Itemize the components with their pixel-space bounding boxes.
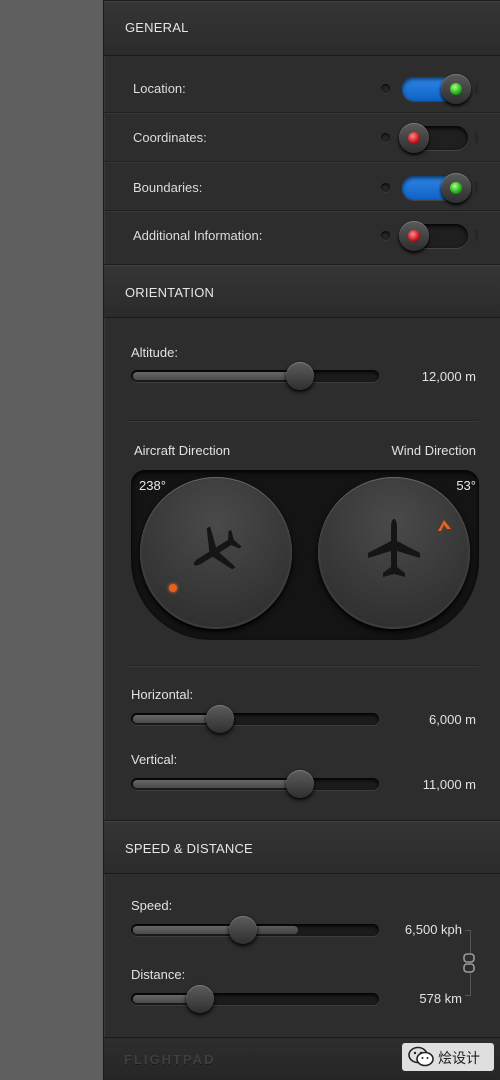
additional-information-toggle[interactable]: [399, 221, 468, 251]
slider-thumb[interactable]: [285, 362, 314, 390]
divider: [126, 420, 478, 421]
aircraft-direction-label: Aircraft Direction: [134, 443, 231, 458]
heading-marker-dot: [169, 584, 177, 592]
section-title: ORIENTATION: [125, 285, 215, 300]
boundaries-toggle[interactable]: [402, 173, 471, 203]
toggle-row-location: Location:: [104, 64, 500, 113]
indicator-dot: [381, 84, 390, 93]
wind-direction-dial[interactable]: [318, 477, 470, 629]
slider-fill: [133, 926, 241, 934]
watermark: 烩设计: [402, 1043, 494, 1071]
section-header-general[interactable]: GENERAL: [104, 0, 500, 56]
altitude-label: Altitude:: [131, 345, 178, 360]
slider-thumb[interactable]: [206, 705, 235, 733]
row-label: Boundaries:: [133, 180, 203, 195]
toggle-knob[interactable]: [399, 123, 429, 153]
green-led-icon: [450, 83, 462, 95]
slider-thumb[interactable]: [228, 916, 257, 944]
section-header-speed-distance[interactable]: SPEED & DISTANCE: [104, 820, 500, 874]
chain-link-icon[interactable]: [463, 953, 475, 973]
flightpad-panel: GENERAL Location: Coordinates: Boundarie…: [103, 0, 500, 1080]
plane-icon: [368, 519, 420, 577]
section-title: GENERAL: [125, 20, 189, 35]
altitude-value: 12,000 m: [421, 369, 476, 384]
horizontal-value: 6,000 m: [429, 712, 476, 727]
watermark-text: 烩设计: [438, 1050, 480, 1066]
indicator-bar: [475, 182, 478, 193]
red-led-icon: [408, 132, 420, 144]
section-header-orientation[interactable]: ORIENTATION: [104, 264, 500, 318]
brand-logo: FLIGHTPAD: [124, 1052, 216, 1067]
section-title: SPEED & DISTANCE: [125, 841, 253, 856]
wind-direction-marker-icon: [438, 520, 451, 531]
row-label: Additional Information:: [133, 228, 263, 243]
indicator-bar: [475, 230, 478, 241]
slider-fill: [133, 372, 298, 380]
indicator-dot: [381, 183, 390, 192]
toggle-row-additional-information: Additional Information:: [104, 211, 500, 260]
horizontal-label: Horizontal:: [131, 687, 194, 702]
distance-slider[interactable]: [131, 985, 379, 1013]
toggle-row-coordinates: Coordinates:: [104, 113, 500, 162]
wind-direction-label: Wind Direction: [391, 443, 476, 458]
plane-icon: [193, 526, 242, 570]
slider-fill: [133, 780, 298, 788]
speed-slider[interactable]: [131, 916, 379, 944]
slider-thumb[interactable]: [285, 770, 314, 798]
aircraft-direction-dial[interactable]: [140, 477, 292, 629]
green-led-icon: [450, 182, 462, 194]
vertical-slider[interactable]: [131, 770, 379, 798]
divider: [126, 665, 478, 666]
aircraft-direction-degrees: 238°: [139, 478, 166, 493]
indicator-bar: [475, 83, 478, 94]
row-label: Location:: [133, 81, 186, 96]
location-toggle[interactable]: [402, 74, 471, 104]
wechat-icon: [408, 1046, 434, 1067]
vertical-label: Vertical:: [131, 752, 178, 767]
coordinates-toggle[interactable]: [399, 123, 468, 153]
vertical-value: 11,000 m: [422, 777, 476, 792]
toggle-row-boundaries: Boundaries:: [104, 162, 500, 211]
row-label: Coordinates:: [133, 130, 207, 145]
speed-label: Speed:: [131, 898, 173, 913]
toggle-knob[interactable]: [441, 74, 471, 104]
indicator-dot: [381, 231, 390, 240]
red-led-icon: [408, 230, 420, 242]
left-pane: [0, 0, 103, 1080]
toggle-knob[interactable]: [441, 173, 471, 203]
indicator-dot: [381, 133, 390, 142]
toggle-knob[interactable]: [399, 221, 429, 251]
slider-thumb[interactable]: [186, 985, 215, 1013]
distance-label: Distance:: [131, 967, 186, 982]
wind-direction-degrees: 53°: [456, 478, 476, 493]
distance-value: 578 km: [419, 991, 462, 1006]
horizontal-slider[interactable]: [131, 705, 379, 733]
indicator-bar: [475, 132, 478, 143]
speed-value: 6,500 kph: [404, 922, 462, 937]
altitude-slider[interactable]: [131, 362, 379, 390]
